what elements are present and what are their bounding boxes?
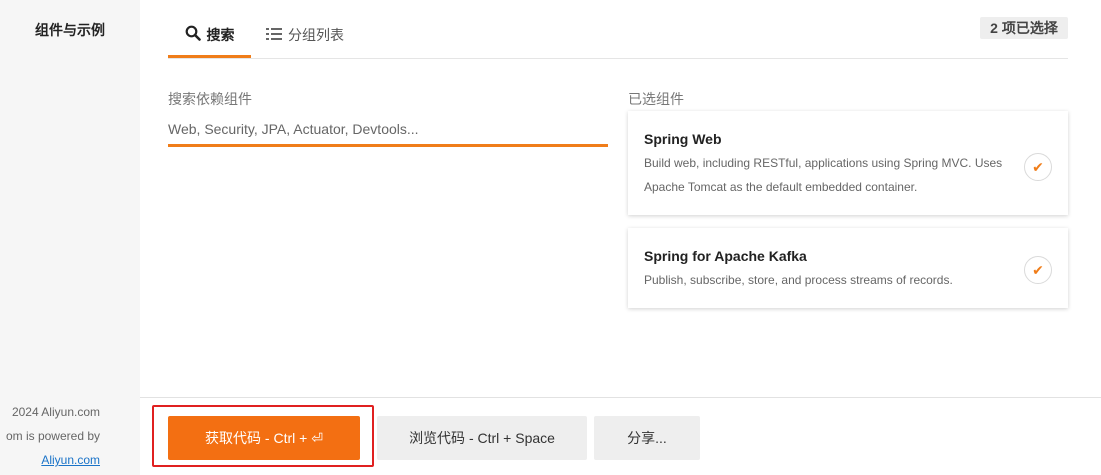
tabs-divider: [168, 58, 1068, 59]
component-title: Spring Web: [644, 131, 722, 147]
footer-copyright: 2024 Aliyun.com: [11, 405, 100, 419]
selected-components-label: 已选组件: [628, 91, 684, 107]
footer-powered-by: om is powered by: [5, 429, 100, 443]
tab-search[interactable]: 搜索: [168, 14, 251, 58]
get-code-button[interactable]: 获取代码 - Ctrl + ⏎: [168, 416, 360, 460]
footer-link[interactable]: Aliyun.com: [41, 453, 100, 467]
check-icon[interactable]: ✔: [1024, 256, 1052, 284]
tab-group-list-label: 分组列表: [288, 27, 344, 43]
search-label: 搜索依赖组件: [168, 91, 252, 107]
sidebar: 组件与示例 2024 Aliyun.com om is powered by A…: [0, 0, 140, 475]
check-icon[interactable]: ✔: [1024, 153, 1052, 181]
list-icon: [266, 27, 282, 44]
tab-group-list[interactable]: 分组列表: [266, 14, 344, 56]
sidebar-title: 组件与示例: [35, 22, 105, 38]
selected-component-card: Spring Web Build web, including RESTful,…: [628, 111, 1068, 215]
selection-count-badge: 2 项已选择: [980, 17, 1068, 39]
component-title: Spring for Apache Kafka: [644, 248, 807, 264]
browse-code-button[interactable]: 浏览代码 - Ctrl + Space: [377, 416, 587, 460]
action-bar-divider: [140, 397, 1101, 398]
search-input[interactable]: [168, 114, 608, 147]
component-description: Build web, including RESTful, applicatio…: [644, 156, 1003, 194]
component-description: Publish, subscribe, store, and process s…: [644, 273, 953, 287]
search-icon: [185, 25, 201, 44]
share-button[interactable]: 分享...: [594, 416, 700, 460]
tab-bar: 搜索 分组列表: [168, 14, 1068, 60]
selected-component-card: Spring for Apache Kafka Publish, subscri…: [628, 228, 1068, 308]
tab-search-label: 搜索: [206, 26, 235, 43]
